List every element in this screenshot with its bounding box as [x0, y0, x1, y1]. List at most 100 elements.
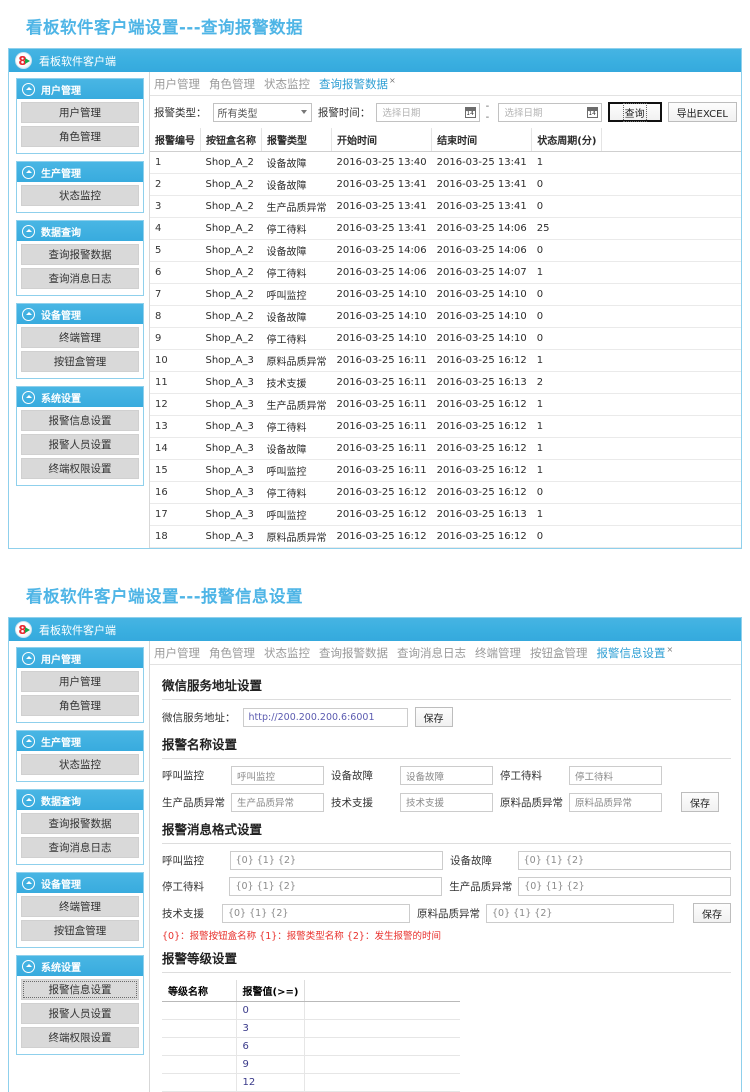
level-value-cell[interactable]: 3 — [236, 1020, 305, 1038]
level-value-cell[interactable]: 9 — [236, 1056, 305, 1074]
sidebar-item-报警人员设置[interactable]: 报警人员设置 — [21, 1003, 139, 1024]
alarm-name-input-设备故障[interactable]: 设备故障 — [400, 766, 493, 785]
msg-format-input-呼叫监控[interactable]: {0} {1} {2} — [230, 851, 443, 870]
table-row[interactable]: 3Shop_A_2生产品质异常2016-03-25 13:412016-03-2… — [150, 196, 741, 218]
table-row[interactable]: 13Shop_A_3停工待料2016-03-25 16:112016-03-25… — [150, 416, 741, 438]
sidebar-item-用户管理[interactable]: 用户管理 — [21, 102, 139, 123]
sidebar-group-header[interactable]: 设备管理 — [17, 304, 143, 324]
tab-状态监控[interactable]: 状态监控 — [264, 645, 310, 661]
level-value-cell[interactable]: 12 — [236, 1074, 305, 1092]
sidebar-item-终端管理[interactable]: 终端管理 — [21, 327, 139, 348]
level-name-cell[interactable] — [162, 1056, 236, 1074]
table-row[interactable]: 11Shop_A_3技术支援2016-03-25 16:112016-03-25… — [150, 372, 741, 394]
table-row[interactable]: 2Shop_A_2设备故障2016-03-25 13:412016-03-25 … — [150, 174, 741, 196]
table-row[interactable]: 1Shop_A_2设备故障2016-03-25 13:402016-03-25 … — [150, 152, 741, 174]
date-to-input[interactable]: 选择日期 14 — [498, 103, 601, 122]
level-name-cell[interactable] — [162, 1002, 236, 1020]
table-row[interactable]: 10Shop_A_3原料品质异常2016-03-25 16:112016-03-… — [150, 350, 741, 372]
tab-报警信息设置[interactable]: 报警信息设置× — [597, 645, 674, 661]
level-value-cell[interactable]: 6 — [236, 1038, 305, 1056]
tab-查询报警数据[interactable]: 查询报警数据× — [319, 76, 396, 92]
calendar-icon[interactable]: 14 — [587, 107, 598, 118]
table-row[interactable]: 8Shop_A_2设备故障2016-03-25 14:102016-03-25 … — [150, 306, 741, 328]
sidebar-item-报警人员设置[interactable]: 报警人员设置 — [21, 434, 139, 455]
query-button[interactable]: 查询 — [608, 102, 662, 122]
tab-查询消息日志[interactable]: 查询消息日志 — [397, 645, 466, 661]
levels-row[interactable]: 0 — [162, 1002, 460, 1020]
tab-按钮盒管理[interactable]: 按钮盒管理 — [530, 645, 588, 661]
sidebar-group-header[interactable]: 设备管理 — [17, 873, 143, 893]
alarm-name-input-原料品质异常[interactable]: 原料品质异常 — [569, 793, 662, 812]
sidebar-group-header[interactable]: 用户管理 — [17, 79, 143, 99]
alarm-name-input-技术支援[interactable]: 技术支援 — [400, 793, 493, 812]
msg-format-input-停工待料[interactable]: {0} {1} {2} — [229, 877, 442, 896]
calendar-icon[interactable]: 14 — [465, 107, 476, 118]
msg-format-input-原料品质异常[interactable]: {0} {1} {2} — [486, 904, 674, 923]
level-name-cell[interactable] — [162, 1038, 236, 1056]
wechat-save-button[interactable]: 保存 — [415, 707, 453, 727]
sidebar-item-报警信息设置[interactable]: 报警信息设置 — [21, 410, 139, 431]
sidebar-item-状态监控[interactable]: 状态监控 — [21, 185, 139, 206]
levels-row[interactable]: 9 — [162, 1056, 460, 1074]
sidebar-group-header[interactable]: 系统设置 — [17, 387, 143, 407]
export-excel-button[interactable]: 导出EXCEL — [668, 102, 737, 122]
table-row[interactable]: 14Shop_A_3设备故障2016-03-25 16:112016-03-25… — [150, 438, 741, 460]
tab-close-icon[interactable]: × — [389, 76, 396, 85]
tab-终端管理[interactable]: 终端管理 — [475, 645, 521, 661]
sidebar-item-查询报警数据[interactable]: 查询报警数据 — [21, 244, 139, 265]
sidebar-group-header[interactable]: 系统设置 — [17, 956, 143, 976]
sidebar-group-header[interactable]: 生产管理 — [17, 731, 143, 751]
levels-row[interactable]: 6 — [162, 1038, 460, 1056]
table-row[interactable]: 5Shop_A_2设备故障2016-03-25 14:062016-03-25 … — [150, 240, 741, 262]
level-value-cell[interactable]: 0 — [236, 1002, 305, 1020]
msg-format-input-技术支援[interactable]: {0} {1} {2} — [222, 904, 410, 923]
table-row[interactable]: 16Shop_A_3停工待料2016-03-25 16:122016-03-25… — [150, 482, 741, 504]
alarm-name-input-生产品质异常[interactable]: 生产品质异常 — [231, 793, 324, 812]
sidebar-item-按钮盒管理[interactable]: 按钮盒管理 — [21, 351, 139, 372]
sidebar-item-角色管理[interactable]: 角色管理 — [21, 126, 139, 147]
table-row[interactable]: 7Shop_A_2呼叫监控2016-03-25 14:102016-03-25 … — [150, 284, 741, 306]
table-row[interactable]: 15Shop_A_3呼叫监控2016-03-25 16:112016-03-25… — [150, 460, 741, 482]
tab-查询报警数据[interactable]: 查询报警数据 — [319, 645, 388, 661]
alarm-name-input-停工待料[interactable]: 停工待料 — [569, 766, 662, 785]
sidebar-group-header[interactable]: 数据查询 — [17, 221, 143, 241]
tab-用户管理[interactable]: 用户管理 — [154, 645, 200, 661]
msg-format-save-button[interactable]: 保存 — [693, 903, 731, 923]
sidebar-group-header[interactable]: 用户管理 — [17, 648, 143, 668]
tab-角色管理[interactable]: 角色管理 — [209, 645, 255, 661]
table-row[interactable]: 6Shop_A_2停工待料2016-03-25 14:062016-03-25 … — [150, 262, 741, 284]
sidebar-item-报警信息设置[interactable]: 报警信息设置 — [21, 979, 139, 1000]
sidebar-item-终端权限设置[interactable]: 终端权限设置 — [21, 1027, 139, 1048]
tab-状态监控[interactable]: 状态监控 — [264, 76, 310, 92]
table-row[interactable]: 17Shop_A_3呼叫监控2016-03-25 16:122016-03-25… — [150, 504, 741, 526]
sidebar-item-终端管理[interactable]: 终端管理 — [21, 896, 139, 917]
sidebar-item-终端权限设置[interactable]: 终端权限设置 — [21, 458, 139, 479]
table-row[interactable]: 9Shop_A_2停工待料2016-03-25 14:102016-03-25 … — [150, 328, 741, 350]
wechat-url-input[interactable]: http://200.200.200.6:6001 — [243, 708, 408, 727]
msg-format-input-设备故障[interactable]: {0} {1} {2} — [518, 851, 731, 870]
levels-row[interactable]: 3 — [162, 1020, 460, 1038]
table-row[interactable]: 18Shop_A_3原料品质异常2016-03-25 16:122016-03-… — [150, 526, 741, 548]
levels-row[interactable]: 12 — [162, 1074, 460, 1092]
alarm-names-save-button[interactable]: 保存 — [681, 792, 719, 812]
alarm-type-select[interactable]: 所有类型 — [213, 103, 312, 122]
tab-用户管理[interactable]: 用户管理 — [154, 76, 200, 92]
sidebar-group-header[interactable]: 数据查询 — [17, 790, 143, 810]
sidebar-item-查询消息日志[interactable]: 查询消息日志 — [21, 837, 139, 858]
table-row[interactable]: 12Shop_A_3生产品质异常2016-03-25 16:112016-03-… — [150, 394, 741, 416]
sidebar-item-按钮盒管理[interactable]: 按钮盒管理 — [21, 920, 139, 941]
tab-close-icon[interactable]: × — [667, 645, 674, 654]
alarm-name-input-呼叫监控[interactable]: 呼叫监控 — [231, 766, 324, 785]
table-row[interactable]: 4Shop_A_2停工待料2016-03-25 13:412016-03-25 … — [150, 218, 741, 240]
sidebar-item-查询报警数据[interactable]: 查询报警数据 — [21, 813, 139, 834]
tab-角色管理[interactable]: 角色管理 — [209, 76, 255, 92]
msg-format-input-生产品质异常[interactable]: {0} {1} {2} — [518, 877, 731, 896]
level-name-cell[interactable] — [162, 1074, 236, 1092]
date-from-input[interactable]: 选择日期 14 — [376, 103, 479, 122]
sidebar-item-状态监控[interactable]: 状态监控 — [21, 754, 139, 775]
sidebar-item-查询消息日志[interactable]: 查询消息日志 — [21, 268, 139, 289]
sidebar-item-用户管理[interactable]: 用户管理 — [21, 671, 139, 692]
level-name-cell[interactable] — [162, 1020, 236, 1038]
sidebar-group-header[interactable]: 生产管理 — [17, 162, 143, 182]
sidebar-item-角色管理[interactable]: 角色管理 — [21, 695, 139, 716]
